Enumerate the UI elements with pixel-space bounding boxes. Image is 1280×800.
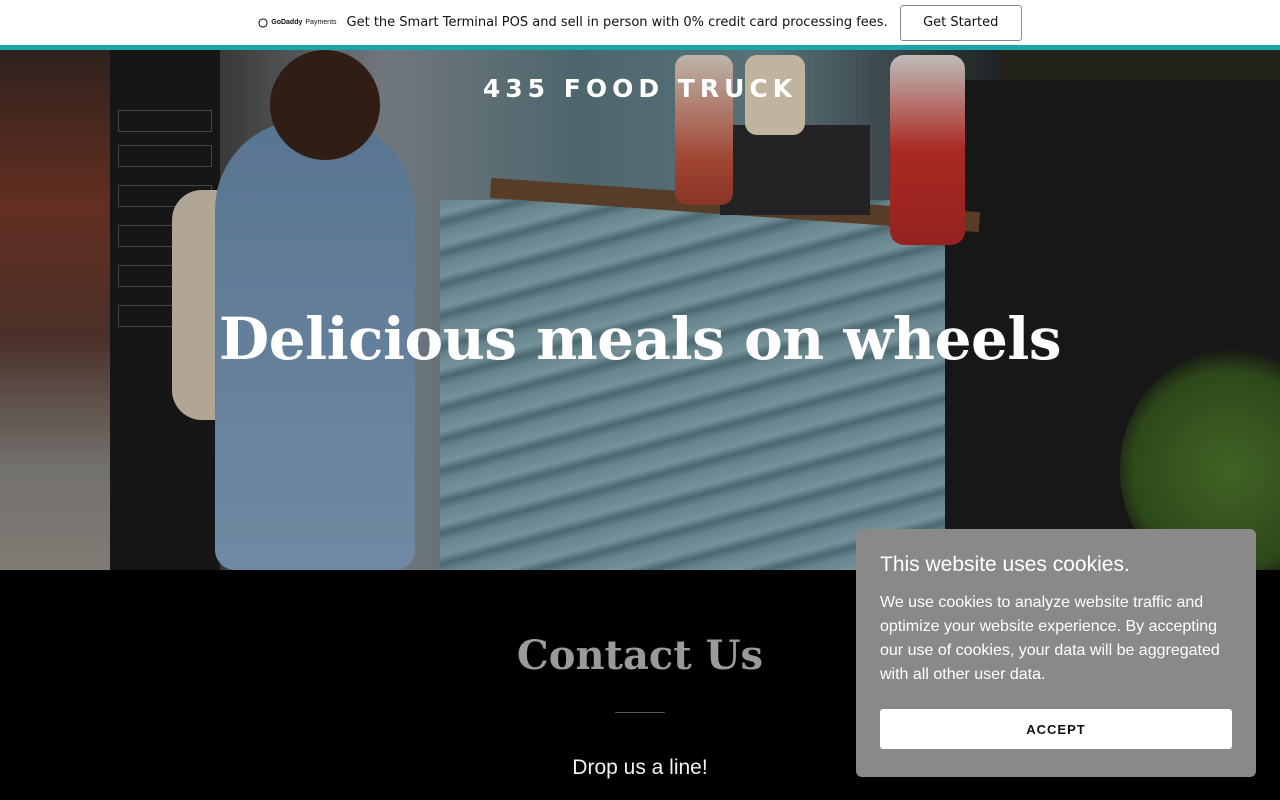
promo-message: Get the Smart Terminal POS and sell in p… bbox=[346, 15, 888, 30]
hero-section: 435 FOOD TRUCK Delicious meals on wheels bbox=[0, 50, 1280, 570]
accept-cookies-button[interactable]: ACCEPT bbox=[880, 709, 1232, 749]
site-title[interactable]: 435 FOOD TRUCK bbox=[0, 74, 1280, 103]
cookie-consent-dialog: This website uses cookies. We use cookie… bbox=[856, 529, 1256, 777]
hero-heading: Delicious meals on wheels bbox=[218, 305, 1062, 373]
godaddy-icon bbox=[258, 18, 268, 27]
promo-banner: GoDaddy Payments Get the Smart Terminal … bbox=[0, 0, 1280, 45]
logo-product: Payments bbox=[305, 19, 337, 26]
cookie-message: We use cookies to analyze website traffi… bbox=[880, 594, 1220, 683]
logo-brand: GoDaddy bbox=[271, 19, 303, 26]
godaddy-payments-logo: GoDaddy Payments bbox=[258, 18, 337, 28]
cookie-title: This website uses cookies. bbox=[880, 553, 1130, 576]
get-started-button[interactable]: Get Started bbox=[899, 4, 1022, 41]
section-divider bbox=[615, 712, 665, 713]
